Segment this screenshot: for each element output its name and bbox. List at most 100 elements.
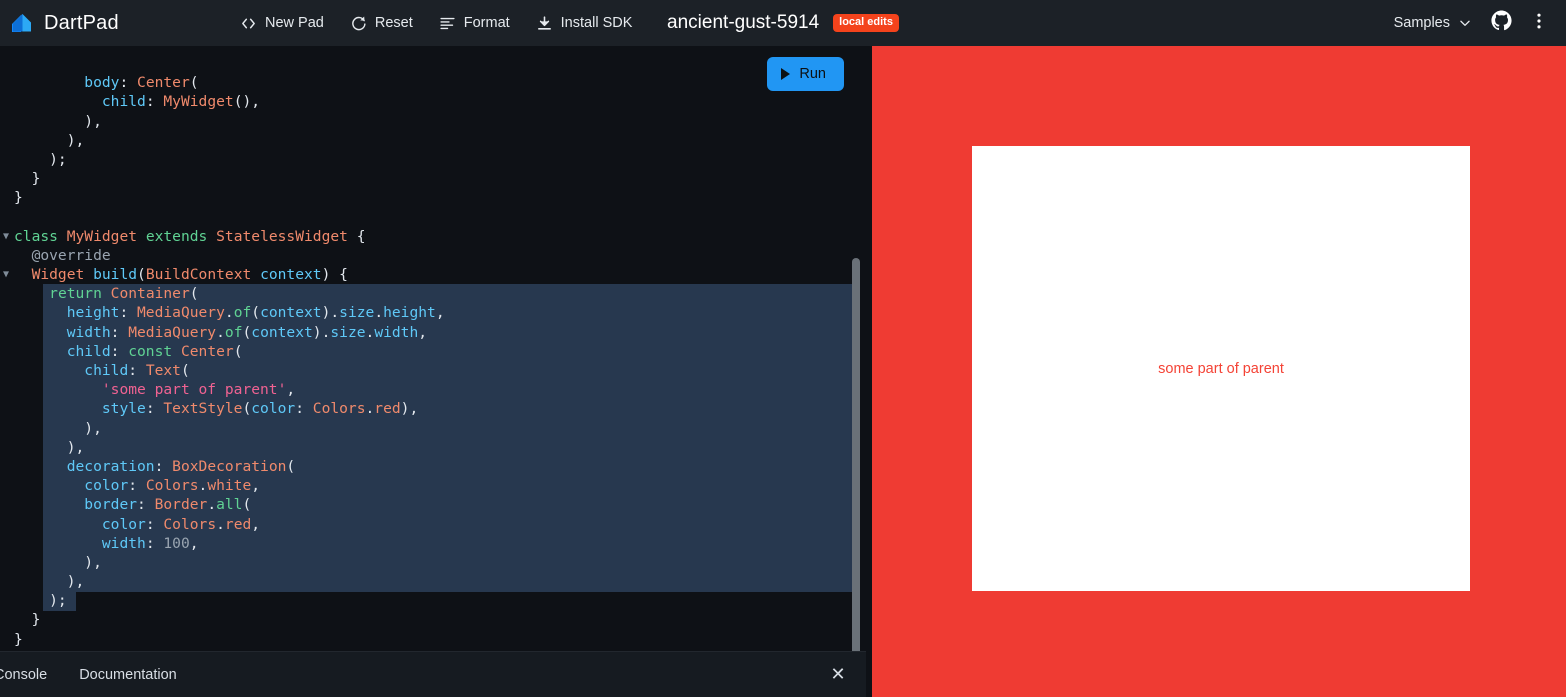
code-token: Colors <box>163 515 217 533</box>
code-fold-toggle-icon[interactable]: ▼ <box>0 268 12 281</box>
close-panel-button[interactable]: ✕ <box>824 661 852 689</box>
code-token: Colors <box>312 400 366 418</box>
code-token: BuildContext <box>145 266 252 284</box>
code-line[interactable]: body: Center( <box>0 73 866 92</box>
code-token: MediaQuery <box>137 304 225 322</box>
code-line[interactable]: border: Border.all( <box>0 495 866 514</box>
code-token: , <box>251 515 261 533</box>
brand: DartPad <box>0 11 230 36</box>
dart-logo-icon <box>10 11 35 36</box>
editor-scrollbar-thumb[interactable] <box>852 258 860 651</box>
code-token: ( <box>251 304 261 322</box>
code-line[interactable]: ▼ class MyWidget extends StatelessWidget … <box>0 227 866 246</box>
code-line[interactable] <box>0 208 866 227</box>
github-button[interactable] <box>1484 6 1518 40</box>
code-token: Container <box>110 285 190 303</box>
code-line[interactable]: color: Colors.white, <box>0 476 866 495</box>
code-line[interactable]: decoration: BoxDecoration( <box>0 457 866 476</box>
new-pad-button[interactable]: New Pad <box>230 9 334 38</box>
tab-documentation[interactable]: Documentation <box>63 661 193 689</box>
code-line[interactable]: return Container( <box>0 284 866 303</box>
code-line[interactable]: ); <box>0 150 866 169</box>
code-line[interactable]: } <box>0 610 866 629</box>
code-token: border <box>84 496 138 514</box>
code-token: red <box>224 515 252 533</box>
new-pad-label: New Pad <box>265 15 324 31</box>
code-line[interactable]: ▼ Widget build(BuildContext context) { <box>0 265 866 284</box>
code-line[interactable]: } <box>0 630 866 649</box>
app-header: DartPad New Pad Reset Format Install SDK… <box>0 0 1566 46</box>
code-line[interactable]: ), <box>0 438 866 457</box>
editor-scrollbar[interactable] <box>852 258 864 651</box>
code-line[interactable]: 'some part of parent', <box>0 380 866 399</box>
header-actions: Samples <box>1386 0 1566 46</box>
close-icon: ✕ <box>830 664 846 684</box>
code-line[interactable]: @override <box>0 246 866 265</box>
page-title[interactable]: ancient-gust-5914 <box>667 12 819 34</box>
code-line[interactable]: style: TextStyle(color: Colors.red), <box>0 399 866 418</box>
code-token: : <box>119 304 138 322</box>
code-line[interactable]: ), <box>0 131 866 150</box>
code-token: . <box>207 496 217 514</box>
format-button[interactable]: Format <box>429 9 520 38</box>
code-token: : <box>110 342 129 360</box>
code-line[interactable]: ), <box>0 553 866 572</box>
code-token: child <box>66 342 111 360</box>
code-token: height <box>383 304 436 322</box>
code-token: (), <box>233 93 261 111</box>
code-token: Text <box>145 362 181 379</box>
code-token: . <box>224 304 234 322</box>
code-token: Center <box>180 342 234 360</box>
reset-button[interactable]: Reset <box>340 9 423 38</box>
code-line[interactable]: ); <box>0 591 866 610</box>
code-line[interactable]: width: 100, <box>0 534 866 553</box>
code-token: child <box>101 93 146 111</box>
samples-dropdown[interactable]: Samples <box>1386 9 1480 37</box>
code-token: ( <box>189 285 199 303</box>
tab-console[interactable]: Console <box>0 661 63 689</box>
code-line[interactable]: ), <box>0 419 866 438</box>
code-line[interactable]: width: MediaQuery.of(context).size.width… <box>0 323 866 342</box>
code-line[interactable]: } <box>0 188 866 207</box>
code-editor[interactable]: body: Center( child: MyWidget(), ), ), )… <box>0 46 866 651</box>
code-token: : <box>295 400 313 418</box>
code-token: } <box>14 630 23 648</box>
code-line[interactable] <box>0 54 866 73</box>
code-token: red <box>374 400 401 418</box>
download-icon <box>536 15 553 32</box>
code-line[interactable]: height: MediaQuery.of(context).size.heig… <box>0 303 866 322</box>
code-token: ), <box>14 419 102 437</box>
code-line[interactable]: child: const Center( <box>0 342 866 361</box>
code-editor-pane[interactable]: body: Center( child: MyWidget(), ), ), )… <box>0 46 866 651</box>
code-line[interactable]: child: Text( <box>0 361 866 380</box>
code-token: color <box>251 400 296 418</box>
code-token: ( <box>242 496 252 514</box>
code-line[interactable]: child: MyWidget(), <box>0 92 866 111</box>
code-line[interactable]: ), <box>0 572 866 591</box>
code-token: ( <box>180 362 190 379</box>
code-line[interactable]: color: Colors.red, <box>0 515 866 534</box>
code-token: : <box>154 457 173 475</box>
code-token: size <box>330 323 366 341</box>
code-token: , <box>418 323 428 341</box>
run-button[interactable]: Run <box>767 57 844 91</box>
code-token: : <box>128 477 146 495</box>
code-token: extends <box>145 227 208 245</box>
code-fold-toggle-icon[interactable]: ▼ <box>0 230 12 243</box>
install-sdk-button[interactable]: Install SDK <box>526 9 643 38</box>
play-icon <box>781 68 791 80</box>
code-line[interactable]: } <box>0 169 866 188</box>
overflow-menu-button[interactable] <box>1522 6 1556 40</box>
code-line[interactable]: ), <box>0 112 866 131</box>
code-token: ); <box>14 592 67 610</box>
format-label: Format <box>463 15 510 31</box>
